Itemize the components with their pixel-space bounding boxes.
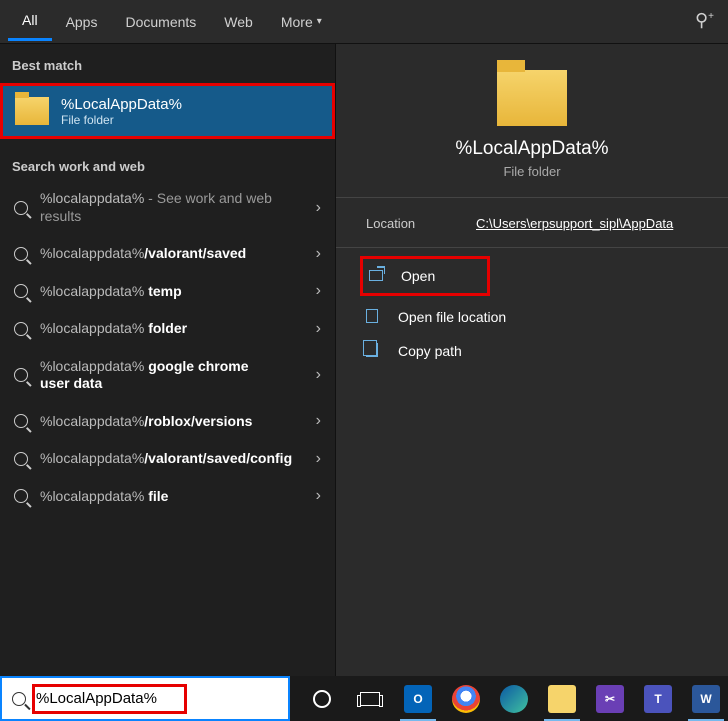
taskbar-app-outlook[interactable]: O <box>396 676 440 721</box>
search-input[interactable] <box>36 690 278 707</box>
folder-icon <box>497 70 567 126</box>
chevron-right-icon: › <box>316 450 321 468</box>
taskbar-app-chrome[interactable] <box>444 676 488 721</box>
word-icon: W <box>692 685 720 713</box>
search-icon <box>14 368 28 382</box>
snipping-tool-icon: ✂ <box>596 685 624 713</box>
search-icon <box>14 284 28 298</box>
taskbar-app-explorer[interactable] <box>540 676 584 721</box>
chevron-right-icon: › <box>316 487 321 505</box>
section-search-work-web: Search work and web <box>0 153 335 180</box>
search-suggestion[interactable]: %localappdata%/valorant/saved/config› <box>0 440 335 478</box>
preview-title: %LocalAppData% <box>346 138 718 160</box>
chevron-right-icon: › <box>316 282 321 300</box>
open-action[interactable]: Open <box>360 256 490 296</box>
chevron-right-icon: › <box>316 366 321 384</box>
search-icon <box>14 489 28 503</box>
location-value[interactable]: C:\Users\erpsupport_sipl\AppData <box>476 216 673 231</box>
chevron-down-icon: ▾ <box>317 16 322 27</box>
taskbar-app-edge[interactable] <box>492 676 536 721</box>
tab-all[interactable]: All <box>8 2 52 41</box>
task-view-icon <box>360 692 380 706</box>
taskbar-search-box[interactable] <box>0 676 290 721</box>
best-match-subtitle: File folder <box>61 113 182 127</box>
location-label: Location <box>366 216 476 231</box>
chevron-right-icon: › <box>316 199 321 217</box>
task-view-button[interactable] <box>348 676 392 721</box>
copy-icon <box>366 343 378 357</box>
results-list: Best match %LocalAppData% File folder Se… <box>0 44 335 676</box>
tab-web[interactable]: Web <box>210 4 267 40</box>
tab-apps[interactable]: Apps <box>52 4 112 40</box>
file-location-icon <box>366 309 378 323</box>
search-suggestion[interactable]: %localappdata% folder› <box>0 310 335 348</box>
search-icon <box>14 452 28 466</box>
section-best-match: Best match <box>0 52 335 79</box>
search-suggestion[interactable]: %localappdata% temp› <box>0 273 335 311</box>
file-explorer-icon <box>548 685 576 713</box>
preview-subtitle: File folder <box>346 164 718 179</box>
folder-icon <box>15 97 49 125</box>
best-match-item[interactable]: %LocalAppData% File folder <box>0 83 335 139</box>
best-match-title: %LocalAppData% <box>61 96 182 113</box>
search-suggestion[interactable]: %localappdata% google chrome user data› <box>0 348 335 403</box>
copy-path-action[interactable]: Copy path <box>360 334 708 368</box>
search-suggestion[interactable]: %localappdata%/valorant/saved› <box>0 235 335 273</box>
cortana-icon <box>313 690 331 708</box>
chevron-right-icon: › <box>316 245 321 263</box>
search-icon <box>14 247 28 261</box>
chevron-right-icon: › <box>316 412 321 430</box>
chrome-icon <box>452 685 480 713</box>
open-file-location-action[interactable]: Open file location <box>360 300 708 334</box>
taskbar-app-word[interactable]: W <box>684 676 728 721</box>
tab-documents[interactable]: Documents <box>111 4 210 40</box>
windows-search-flyout: All Apps Documents Web More▾ ⚲+ Best mat… <box>0 0 728 676</box>
search-icon <box>14 414 28 428</box>
search-icon <box>14 201 28 215</box>
search-suggestion[interactable]: %localappdata% - See work and web result… <box>0 180 335 235</box>
search-icon <box>12 692 26 706</box>
taskbar-app-snip[interactable]: ✂ <box>588 676 632 721</box>
search-suggestion[interactable]: %localappdata% file› <box>0 478 335 516</box>
outlook-icon: O <box>404 685 432 713</box>
taskbar: O ✂ T W <box>0 676 728 721</box>
cortana-button[interactable] <box>300 676 344 721</box>
chevron-right-icon: › <box>316 320 321 338</box>
feedback-icon[interactable]: ⚲+ <box>695 10 714 31</box>
search-icon <box>14 322 28 336</box>
teams-icon: T <box>644 685 672 713</box>
edge-icon <box>500 685 528 713</box>
open-icon <box>369 270 383 281</box>
preview-pane: %LocalAppData% File folder Location C:\U… <box>335 44 728 676</box>
taskbar-app-teams[interactable]: T <box>636 676 680 721</box>
search-scope-tabs: All Apps Documents Web More▾ ⚲+ <box>0 0 728 44</box>
tab-more[interactable]: More▾ <box>267 4 336 40</box>
search-suggestion[interactable]: %localappdata%/roblox/versions› <box>0 403 335 441</box>
